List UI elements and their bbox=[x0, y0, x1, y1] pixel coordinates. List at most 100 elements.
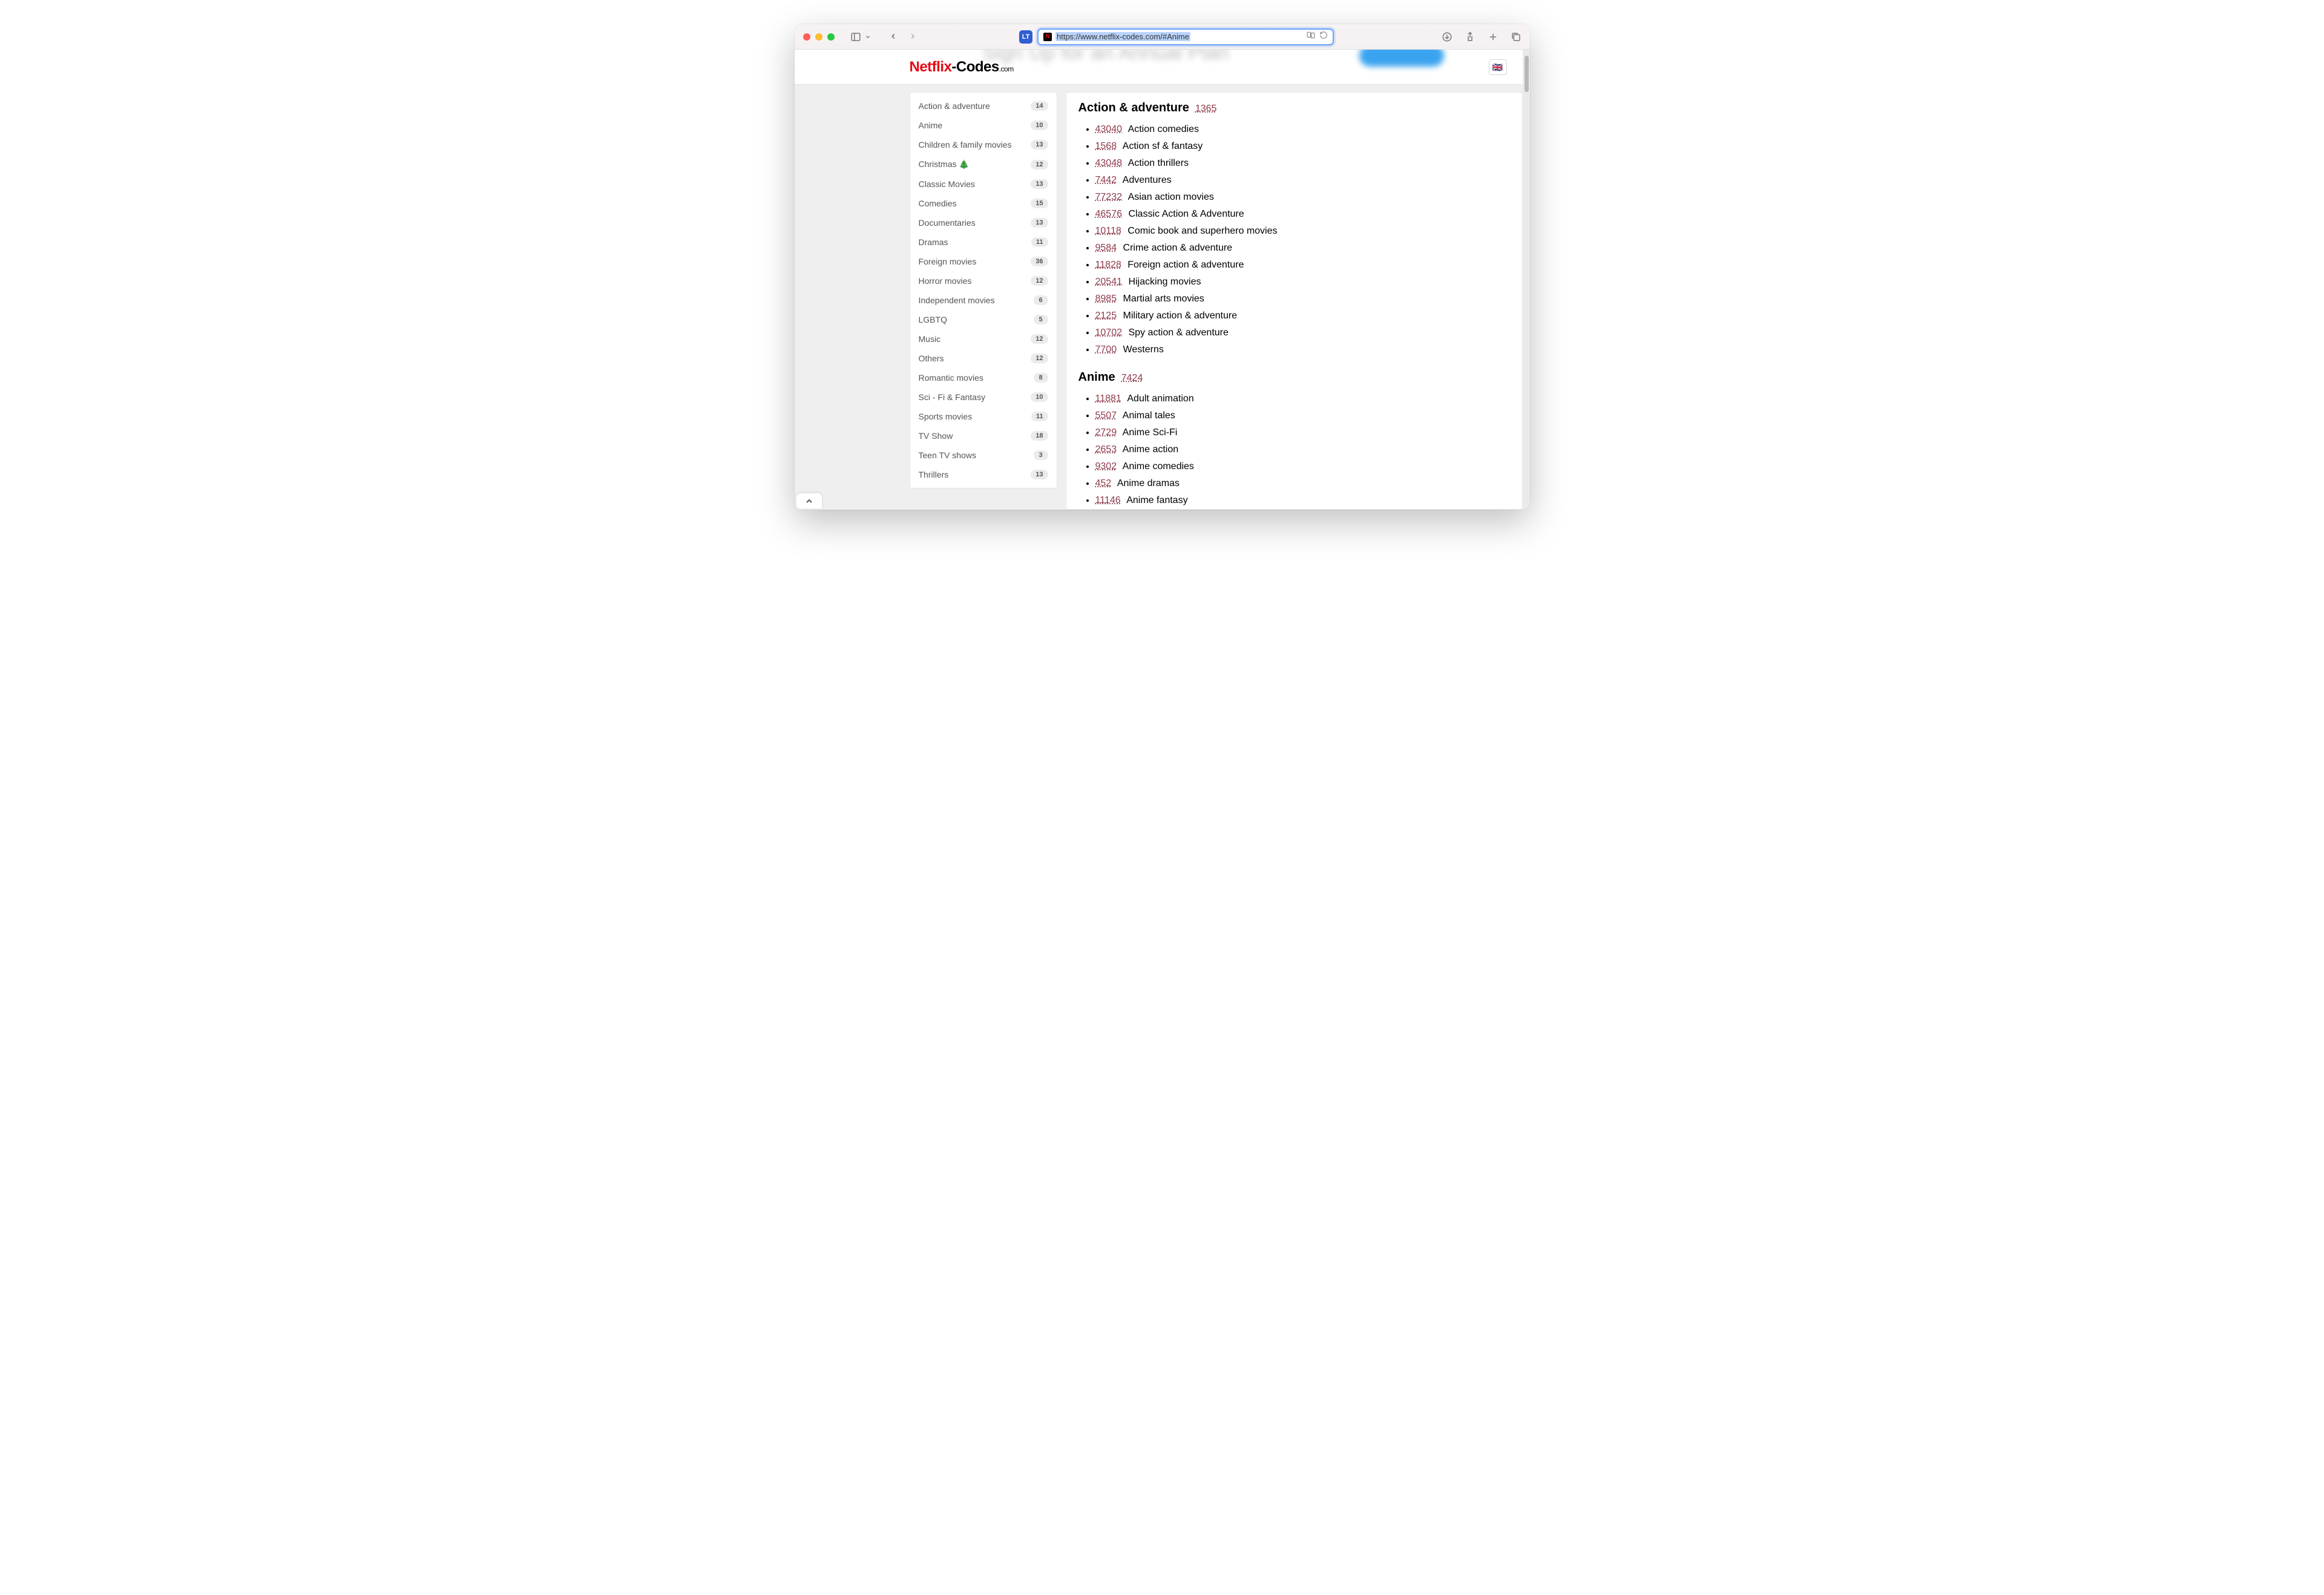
code-list-item: 3063 Anime features bbox=[1095, 509, 1510, 510]
sidebar-item-count: 12 bbox=[1031, 276, 1048, 286]
sidebar-toggle-group bbox=[850, 31, 871, 42]
tab-overview-icon[interactable] bbox=[1511, 31, 1521, 42]
code-link[interactable]: 46576 bbox=[1095, 209, 1123, 219]
code-link[interactable]: 10702 bbox=[1095, 327, 1123, 338]
code-description: Comic book and superhero movies bbox=[1125, 226, 1278, 236]
code-description: Animal tales bbox=[1120, 410, 1175, 421]
section-code-link[interactable]: 7424 bbox=[1121, 373, 1143, 383]
sidebar-item-label: Thrillers bbox=[919, 470, 949, 479]
back-button[interactable] bbox=[889, 31, 898, 42]
sidebar-item-count: 12 bbox=[1031, 334, 1048, 344]
code-link[interactable]: 2125 bbox=[1095, 311, 1117, 321]
reload-icon[interactable] bbox=[1319, 31, 1328, 42]
scrollbar-thumb[interactable] bbox=[1525, 56, 1529, 92]
code-description: Anime comedies bbox=[1120, 461, 1194, 472]
sidebar-item[interactable]: Comedies15 bbox=[910, 194, 1057, 213]
expand-panel-tab[interactable] bbox=[796, 493, 822, 508]
code-description: Classic Action & Adventure bbox=[1126, 209, 1244, 219]
sidebar-item[interactable]: Classic Movies13 bbox=[910, 174, 1057, 194]
sidebar-item[interactable]: Christmas 🎄12 bbox=[910, 154, 1057, 174]
code-description: Hijacking movies bbox=[1126, 277, 1201, 287]
code-link[interactable]: 2653 bbox=[1095, 444, 1117, 455]
code-link[interactable]: 9302 bbox=[1095, 461, 1117, 472]
window-controls bbox=[803, 33, 835, 41]
sidebar-item-count: 18 bbox=[1031, 431, 1048, 441]
code-link[interactable]: 2729 bbox=[1095, 427, 1117, 438]
code-link[interactable]: 11828 bbox=[1095, 260, 1121, 270]
sidebar-item[interactable]: Sci - Fi & Fantasy10 bbox=[910, 387, 1057, 407]
share-icon[interactable] bbox=[1465, 31, 1475, 42]
code-list-item: 9584 Crime action & adventure bbox=[1095, 240, 1510, 257]
code-description: Foreign action & adventure bbox=[1125, 260, 1244, 270]
code-link[interactable]: 43040 bbox=[1095, 124, 1123, 134]
sidebar-item-label: LGBTQ bbox=[919, 315, 947, 324]
code-link[interactable]: 8985 bbox=[1095, 294, 1117, 304]
code-description: Westerns bbox=[1120, 344, 1164, 355]
code-link[interactable]: 5507 bbox=[1095, 410, 1117, 421]
language-flag-button[interactable]: 🇬🇧 bbox=[1489, 59, 1507, 75]
code-list-item: 11828 Foreign action & adventure bbox=[1095, 257, 1510, 274]
code-description: Martial arts movies bbox=[1120, 294, 1204, 304]
sidebar-item[interactable]: Horror movies12 bbox=[910, 271, 1057, 291]
code-description: Anime dramas bbox=[1115, 478, 1180, 488]
code-description: Crime action & adventure bbox=[1120, 243, 1232, 253]
new-tab-icon[interactable] bbox=[1488, 31, 1498, 42]
forward-button[interactable] bbox=[908, 31, 917, 42]
sidebar-item-count: 5 bbox=[1034, 315, 1048, 324]
minimize-window-button[interactable] bbox=[815, 33, 822, 41]
code-link[interactable]: 10118 bbox=[1095, 226, 1121, 236]
code-list-item: 9302 Anime comedies bbox=[1095, 458, 1510, 475]
code-list-item: 10702 Spy action & adventure bbox=[1095, 324, 1510, 341]
section-code-link[interactable]: 1365 bbox=[1195, 104, 1217, 114]
sidebar-item[interactable]: Anime10 bbox=[910, 116, 1057, 135]
code-link[interactable]: 11146 bbox=[1095, 495, 1121, 505]
sidebar-item-label: Others bbox=[919, 354, 944, 363]
sidebar-item[interactable]: Thrillers 13 bbox=[910, 465, 1057, 484]
code-link[interactable]: 11881 bbox=[1095, 393, 1121, 404]
code-link[interactable]: 9584 bbox=[1095, 243, 1117, 253]
sidebar-item[interactable]: Independent movies6 bbox=[910, 291, 1057, 310]
sidebar-item-label: Documentaries bbox=[919, 218, 976, 228]
downloads-icon[interactable] bbox=[1442, 31, 1452, 42]
sidebar-item[interactable]: Others12 bbox=[910, 349, 1057, 368]
code-list-item: 43048 Action thrillers bbox=[1095, 155, 1510, 172]
chevron-down-icon[interactable] bbox=[865, 31, 871, 42]
code-description: Adult animation bbox=[1125, 393, 1194, 404]
sidebar-item-label: Classic Movies bbox=[919, 179, 975, 189]
code-link[interactable]: 43048 bbox=[1095, 158, 1123, 168]
sidebar-item[interactable]: TV Show18 bbox=[910, 426, 1057, 446]
url-text[interactable]: https://www.netflix-codes.com/#Anime bbox=[1055, 32, 1190, 41]
sidebar-item[interactable]: Foreign movies36 bbox=[910, 252, 1057, 271]
code-link[interactable]: 7700 bbox=[1095, 344, 1117, 355]
sidebar-item-label: Romantic movies bbox=[919, 373, 983, 383]
sidebar-item-count: 13 bbox=[1031, 470, 1048, 479]
sidebar-item[interactable]: Teen TV shows3 bbox=[910, 446, 1057, 465]
sidebar-item[interactable]: Dramas11 bbox=[910, 232, 1057, 252]
sidebar-item[interactable]: Music12 bbox=[910, 329, 1057, 349]
code-link[interactable]: 77232 bbox=[1095, 192, 1123, 202]
code-link[interactable]: 20541 bbox=[1095, 277, 1123, 287]
reader-translate-icon[interactable] bbox=[1306, 31, 1316, 42]
code-list-item: 7700 Westerns bbox=[1095, 341, 1510, 358]
code-list-item: 452 Anime dramas bbox=[1095, 475, 1510, 492]
sidebar-item[interactable]: Children & family movies13 bbox=[910, 135, 1057, 154]
lt-extension-badge[interactable]: LT bbox=[1019, 30, 1032, 44]
section-title: Action & adventure bbox=[1078, 101, 1189, 114]
close-window-button[interactable] bbox=[803, 33, 810, 41]
sidebar-item[interactable]: Sports movies11 bbox=[910, 407, 1057, 426]
sidebar-item-label: Comedies bbox=[919, 199, 957, 208]
fullscreen-window-button[interactable] bbox=[827, 33, 835, 41]
sidebar-item-count: 12 bbox=[1031, 160, 1048, 169]
code-link[interactable]: 7442 bbox=[1095, 175, 1117, 185]
code-link[interactable]: 1568 bbox=[1095, 141, 1117, 151]
sidebar-item[interactable]: Romantic movies8 bbox=[910, 368, 1057, 387]
sidebar-item[interactable]: LGBTQ 5 bbox=[910, 310, 1057, 329]
scrollbar-track[interactable] bbox=[1523, 50, 1530, 510]
sidebar-item[interactable]: Action & adventure14 bbox=[910, 96, 1057, 116]
sidebar-item[interactable]: Documentaries13 bbox=[910, 213, 1057, 232]
site-logo[interactable]: Netflix-Codes.com bbox=[910, 59, 1014, 76]
address-bar[interactable]: N https://www.netflix-codes.com/#Anime bbox=[1037, 28, 1334, 45]
code-link[interactable]: 452 bbox=[1095, 478, 1112, 488]
code-description: Asian action movies bbox=[1126, 192, 1214, 202]
sidebar-icon[interactable] bbox=[850, 31, 861, 42]
